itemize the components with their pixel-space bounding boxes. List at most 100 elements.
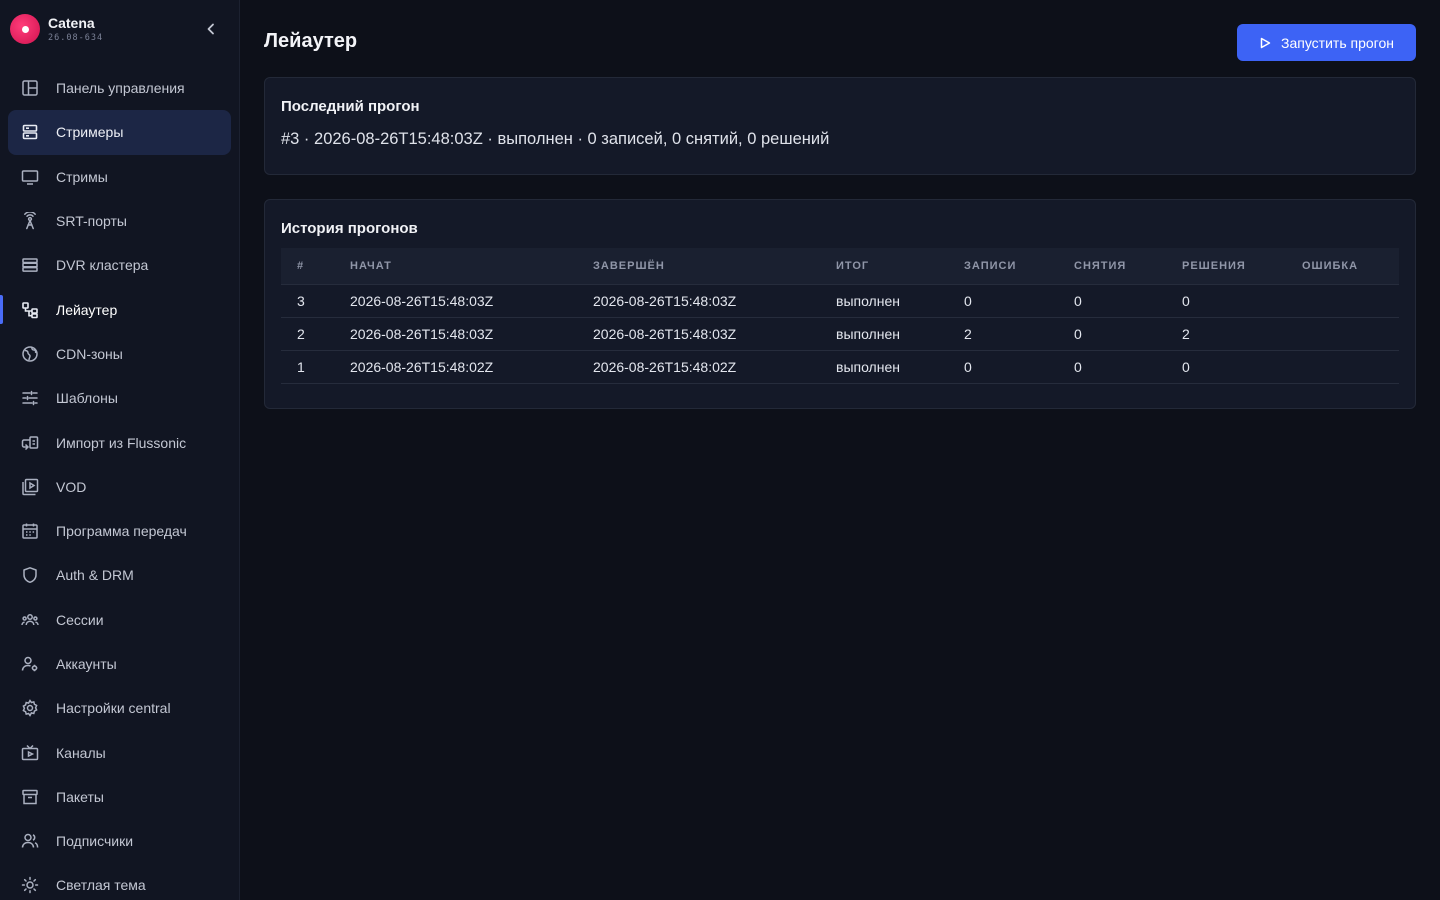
cell-records: 2 bbox=[964, 316, 1074, 350]
table-row[interactable]: 3 2026-08-26T15:48:03Z 2026-08-26T15:48:… bbox=[281, 283, 1399, 317]
cell-number: 3 bbox=[281, 283, 350, 317]
sidebar-item-label: Auth & DRM bbox=[56, 567, 134, 584]
cell-removals: 0 bbox=[1074, 316, 1182, 350]
brand: Catena 26.08-634 bbox=[10, 12, 232, 46]
gear-icon bbox=[20, 699, 39, 718]
cell-started: 2026-08-26T15:48:02Z bbox=[350, 349, 593, 384]
run-history-card: История прогонов # НАЧАТ ЗАВЕРШЁН ИТОГ З… bbox=[264, 199, 1416, 409]
user-gear-icon bbox=[20, 655, 39, 674]
calendar-icon bbox=[20, 522, 39, 541]
table-header-row: # НАЧАТ ЗАВЕРШЁН ИТОГ ЗАПИСИ СНЯТИЯ РЕШЕ… bbox=[281, 248, 1399, 284]
column-header-finished: ЗАВЕРШЁН bbox=[593, 259, 665, 272]
sidebar-item-cdn-zones[interactable]: CDN-зоны bbox=[0, 332, 240, 376]
sidebar-item-label: VOD bbox=[56, 478, 87, 495]
collapse-sidebar-button[interactable] bbox=[200, 18, 222, 40]
cell-result: выполнен bbox=[836, 349, 964, 384]
cell-finished: 2026-08-26T15:48:03Z bbox=[593, 283, 836, 317]
archive-icon bbox=[20, 787, 39, 806]
cell-number: 2 bbox=[281, 316, 350, 350]
cell-removals: 0 bbox=[1074, 283, 1182, 317]
sidebar-item-label: Стримы bbox=[56, 168, 108, 185]
sidebar-item-label: Пакеты bbox=[56, 788, 104, 805]
sidebar-item-label: SRT-порты bbox=[56, 213, 127, 230]
sidebar-item-label: Панель управления bbox=[56, 80, 185, 97]
layout-icon bbox=[20, 300, 39, 319]
sidebar-item-srt-ports[interactable]: SRT-порты bbox=[0, 199, 240, 243]
sidebar-item-dvr-cluster[interactable]: DVR кластера bbox=[0, 243, 240, 287]
cell-decisions: 0 bbox=[1182, 349, 1302, 384]
sidebar-item-label: Стримеры bbox=[56, 124, 124, 141]
sidebar-nav: Панель управления Стримеры Стримы SRT-по… bbox=[0, 66, 240, 900]
sidebar-item-label: Подписчики bbox=[56, 833, 134, 850]
globe-icon bbox=[20, 344, 39, 363]
run-history-title: История прогонов bbox=[281, 220, 418, 237]
run-button-label: Запустить прогон bbox=[1281, 34, 1394, 51]
sidebar-item-sessions[interactable]: Сессии bbox=[0, 598, 240, 642]
sidebar-item-label: Сессии bbox=[56, 611, 104, 628]
shield-icon bbox=[20, 566, 39, 585]
sidebar-item-accounts[interactable]: Аккаунты bbox=[0, 642, 240, 686]
sidebar-item-label: Аккаунты bbox=[56, 656, 117, 672]
sidebar-item-templates[interactable]: Шаблоны bbox=[0, 376, 240, 420]
sidebar-item-streams[interactable]: Стримы bbox=[0, 155, 240, 199]
sidebar-item-channels[interactable]: Каналы bbox=[0, 730, 240, 774]
sidebar-item-packages[interactable]: Пакеты bbox=[0, 775, 240, 819]
sidebar-item-label: Программа передач bbox=[56, 523, 187, 540]
column-header-number: # bbox=[297, 259, 305, 272]
monitor-icon bbox=[20, 167, 39, 186]
cell-error bbox=[1302, 349, 1399, 384]
main-content: Лейаутер Запустить прогон Последний прог… bbox=[240, 0, 1440, 900]
import-icon bbox=[20, 433, 39, 452]
column-header-error: ОШИБКА bbox=[1302, 259, 1359, 272]
last-run-card: Последний прогон #3 · 2026-08-26T15:48:0… bbox=[264, 77, 1416, 175]
column-header-decisions: РЕШЕНИЯ bbox=[1182, 259, 1246, 272]
sidebar-item-label: DVR кластера bbox=[56, 257, 149, 274]
cell-result: выполнен bbox=[836, 283, 964, 317]
sidebar-item-tv-guide[interactable]: Программа передач bbox=[0, 509, 240, 553]
cell-decisions: 2 bbox=[1182, 316, 1302, 350]
cell-error bbox=[1302, 316, 1399, 350]
sidebar-item-subscribers[interactable]: Подписчики bbox=[0, 819, 240, 863]
column-header-started: НАЧАТ bbox=[350, 259, 392, 272]
cell-finished: 2026-08-26T15:48:02Z bbox=[593, 349, 836, 384]
cell-error bbox=[1302, 283, 1399, 317]
sidebar: Catena 26.08-634 Панель управления Стрим… bbox=[0, 0, 240, 900]
antenna-icon bbox=[20, 212, 39, 231]
sidebar-item-dashboard[interactable]: Панель управления bbox=[0, 66, 240, 110]
sidebar-item-label: Светлая тема bbox=[56, 877, 146, 894]
sidebar-item-label: Лейаутер bbox=[56, 301, 118, 318]
cell-started: 2026-08-26T15:48:03Z bbox=[350, 316, 593, 350]
sidebar-item-auth-drm[interactable]: Auth & DRM bbox=[0, 553, 240, 597]
users-group-icon bbox=[20, 610, 39, 629]
cell-records: 0 bbox=[964, 349, 1074, 384]
cell-removals: 0 bbox=[1074, 349, 1182, 384]
run-button[interactable]: Запустить прогон bbox=[1237, 24, 1416, 61]
video-library-icon bbox=[20, 477, 39, 496]
tv-icon bbox=[20, 743, 39, 762]
subscribers-icon bbox=[20, 832, 39, 851]
column-header-records: ЗАПИСИ bbox=[964, 259, 1017, 272]
sidebar-item-label: Шаблоны bbox=[56, 390, 118, 407]
cell-records: 0 bbox=[964, 283, 1074, 317]
cell-decisions: 0 bbox=[1182, 283, 1302, 317]
column-header-removals: СНЯТИЯ bbox=[1074, 259, 1127, 272]
sidebar-item-vod[interactable]: VOD bbox=[0, 465, 240, 509]
brand-version: 26.08-634 bbox=[48, 33, 104, 43]
sidebar-item-flussonic-import[interactable]: Импорт из Flussonic bbox=[0, 420, 240, 464]
run-history-table: # НАЧАТ ЗАВЕРШЁН ИТОГ ЗАПИСИ СНЯТИЯ РЕШЕ… bbox=[281, 248, 1399, 384]
page-title: Лейаутер bbox=[264, 30, 358, 52]
cell-started: 2026-08-26T15:48:03Z bbox=[350, 283, 593, 317]
column-header-result: ИТОГ bbox=[836, 259, 870, 272]
sidebar-item-label: CDN-зоны bbox=[56, 345, 123, 362]
brand-name: Catena bbox=[48, 15, 95, 31]
sidebar-item-streamers[interactable]: Стримеры bbox=[0, 110, 240, 155]
server-icon bbox=[20, 123, 39, 142]
table-row[interactable]: 2 2026-08-26T15:48:03Z 2026-08-26T15:48:… bbox=[281, 316, 1399, 350]
sidebar-item-layouter[interactable]: Лейаутер bbox=[0, 287, 240, 331]
cell-result: выполнен bbox=[836, 316, 964, 350]
last-run-summary: #3 · 2026-08-26T15:48:03Z · выполнен · 0… bbox=[281, 130, 830, 148]
theme-toggle[interactable]: Светлая тема bbox=[0, 863, 240, 900]
cell-number: 1 bbox=[281, 349, 350, 384]
sidebar-item-central-settings[interactable]: Настройки central bbox=[0, 686, 240, 730]
table-row[interactable]: 1 2026-08-26T15:48:02Z 2026-08-26T15:48:… bbox=[281, 349, 1399, 384]
